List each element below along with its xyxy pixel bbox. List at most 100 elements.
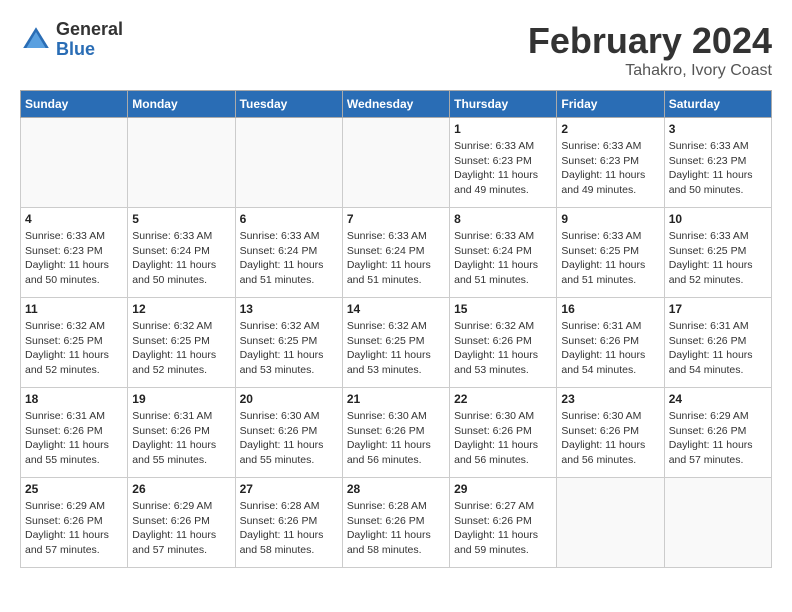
day-number: 29 — [454, 482, 552, 496]
day-number: 16 — [561, 302, 659, 316]
calendar-cell: 13 Sunrise: 6:32 AM Sunset: 6:25 PM Dayli… — [235, 298, 342, 388]
calendar-cell — [235, 118, 342, 208]
weekday-header: Friday — [557, 91, 664, 118]
calendar-cell: 12Sunrise: 6:32 AM Sunset: 6:25 PM Dayli… — [128, 298, 235, 388]
day-info: Sunrise: 6:33 AM Sunset: 6:23 PM Dayligh… — [669, 139, 767, 198]
weekday-header-row: SundayMondayTuesdayWednesdayThursdayFrid… — [21, 91, 772, 118]
day-info: Sunrise: 6:32 AM Sunset: 6:25 PM Dayligh… — [132, 319, 230, 378]
day-info: Sunrise: 6:27 AM Sunset: 6:26 PM Dayligh… — [454, 499, 552, 558]
day-info: Sunrise: 6:32 AM Sunset: 6:26 PM Dayligh… — [454, 319, 552, 378]
day-number: 28 — [347, 482, 445, 496]
logo-icon — [20, 24, 52, 56]
day-number: 20 — [240, 392, 338, 406]
weekday-header: Sunday — [21, 91, 128, 118]
day-info: Sunrise: 6:30 AM Sunset: 6:26 PM Dayligh… — [561, 409, 659, 468]
weekday-header: Saturday — [664, 91, 771, 118]
calendar-cell: 15 Sunrise: 6:32 AM Sunset: 6:26 PM Dayli… — [450, 298, 557, 388]
day-info: Sunrise: 6:30 AM Sunset: 6:26 PM Dayligh… — [347, 409, 445, 468]
calendar-title: February 2024 — [528, 20, 772, 62]
day-info: Sunrise: 6:33 AM Sunset: 6:23 PM Dayligh… — [454, 139, 552, 198]
calendar-cell: 26 Sunrise: 6:29 AM Sunset: 6:26 PM Dayli… — [128, 478, 235, 568]
calendar-week-row: 1Sunrise: 6:33 AM Sunset: 6:23 PM Daylig… — [21, 118, 772, 208]
page-header: General Blue February 2024 Tahakro, Ivor… — [20, 20, 772, 80]
calendar-cell: 18Sunrise: 6:31 AM Sunset: 6:26 PM Dayli… — [21, 388, 128, 478]
day-info: Sunrise: 6:31 AM Sunset: 6:26 PM Dayligh… — [561, 319, 659, 378]
day-number: 5 — [132, 212, 230, 226]
day-info: Sunrise: 6:29 AM Sunset: 6:26 PM Dayligh… — [132, 499, 230, 558]
day-info: Sunrise: 6:31 AM Sunset: 6:26 PM Dayligh… — [669, 319, 767, 378]
day-number: 19 — [132, 392, 230, 406]
calendar-cell: 25Sunrise: 6:29 AM Sunset: 6:26 PM Dayli… — [21, 478, 128, 568]
calendar-cell: 10 Sunrise: 6:33 AM Sunset: 6:25 PM Dayli… — [664, 208, 771, 298]
day-info: Sunrise: 6:32 AM Sunset: 6:25 PM Dayligh… — [347, 319, 445, 378]
calendar-week-row: 4Sunrise: 6:33 AM Sunset: 6:23 PM Daylig… — [21, 208, 772, 298]
day-info: Sunrise: 6:33 AM Sunset: 6:25 PM Dayligh… — [561, 229, 659, 288]
day-info: Sunrise: 6:30 AM Sunset: 6:26 PM Dayligh… — [454, 409, 552, 468]
weekday-header: Wednesday — [342, 91, 449, 118]
day-number: 13 — [240, 302, 338, 316]
calendar-cell — [342, 118, 449, 208]
calendar-cell: 21 Sunrise: 6:30 AM Sunset: 6:26 PM Dayli… — [342, 388, 449, 478]
day-info: Sunrise: 6:29 AM Sunset: 6:26 PM Dayligh… — [669, 409, 767, 468]
calendar-cell: 22 Sunrise: 6:30 AM Sunset: 6:26 PM Dayli… — [450, 388, 557, 478]
day-number: 7 — [347, 212, 445, 226]
day-info: Sunrise: 6:28 AM Sunset: 6:26 PM Dayligh… — [240, 499, 338, 558]
day-number: 24 — [669, 392, 767, 406]
calendar-cell: 23Sunrise: 6:30 AM Sunset: 6:26 PM Dayli… — [557, 388, 664, 478]
day-number: 25 — [25, 482, 123, 496]
calendar-week-row: 11 Sunrise: 6:32 AM Sunset: 6:25 PM Dayli… — [21, 298, 772, 388]
day-info: Sunrise: 6:33 AM Sunset: 6:24 PM Dayligh… — [132, 229, 230, 288]
weekday-header: Thursday — [450, 91, 557, 118]
day-info: Sunrise: 6:33 AM Sunset: 6:24 PM Dayligh… — [454, 229, 552, 288]
calendar-week-row: 25 Sunrise: 6:29 AM Sunset: 6:26 PM Dayli… — [21, 478, 772, 568]
day-info: Sunrise: 6:32 AM Sunset: 6:25 PM Dayligh… — [25, 319, 123, 378]
calendar-cell — [128, 118, 235, 208]
calendar-location: Tahakro, Ivory Coast — [528, 62, 772, 80]
day-info: Sunrise: 6:33 AM Sunset: 6:23 PM Dayligh… — [25, 229, 123, 288]
day-number: 22 — [454, 392, 552, 406]
day-number: 2 — [561, 122, 659, 136]
day-number: 11 — [25, 302, 123, 316]
calendar-cell: 4Sunrise: 6:33 AM Sunset: 6:23 PM Daylig… — [21, 208, 128, 298]
day-info: Sunrise: 6:33 AM Sunset: 6:24 PM Dayligh… — [347, 229, 445, 288]
calendar-cell: 2 Sunrise: 6:33 AM Sunset: 6:23 PM Daylig… — [557, 118, 664, 208]
calendar-cell: 27 Sunrise: 6:28 AM Sunset: 6:26 PM Dayli… — [235, 478, 342, 568]
day-info: Sunrise: 6:31 AM Sunset: 6:26 PM Dayligh… — [132, 409, 230, 468]
calendar-cell: 5 Sunrise: 6:33 AM Sunset: 6:24 PM Daylig… — [128, 208, 235, 298]
calendar-cell: 19 Sunrise: 6:31 AM Sunset: 6:26 PM Dayli… — [128, 388, 235, 478]
calendar-table: SundayMondayTuesdayWednesdayThursdayFrid… — [20, 90, 772, 568]
calendar-cell: 29 Sunrise: 6:27 AM Sunset: 6:26 PM Dayli… — [450, 478, 557, 568]
day-number: 10 — [669, 212, 767, 226]
calendar-cell: 8Sunrise: 6:33 AM Sunset: 6:24 PM Daylig… — [450, 208, 557, 298]
day-number: 3 — [669, 122, 767, 136]
day-number: 15 — [454, 302, 552, 316]
day-number: 21 — [347, 392, 445, 406]
day-info: Sunrise: 6:32 AM Sunset: 6:25 PM Dayligh… — [240, 319, 338, 378]
calendar-cell: 3 Sunrise: 6:33 AM Sunset: 6:23 PM Daylig… — [664, 118, 771, 208]
title-block: February 2024 Tahakro, Ivory Coast — [528, 20, 772, 80]
day-info: Sunrise: 6:33 AM Sunset: 6:25 PM Dayligh… — [669, 229, 767, 288]
day-number: 6 — [240, 212, 338, 226]
calendar-cell: 6 Sunrise: 6:33 AM Sunset: 6:24 PM Daylig… — [235, 208, 342, 298]
day-info: Sunrise: 6:28 AM Sunset: 6:26 PM Dayligh… — [347, 499, 445, 558]
calendar-cell: 28 Sunrise: 6:28 AM Sunset: 6:26 PM Dayli… — [342, 478, 449, 568]
calendar-cell: 17 Sunrise: 6:31 AM Sunset: 6:26 PM Dayli… — [664, 298, 771, 388]
calendar-cell: 7 Sunrise: 6:33 AM Sunset: 6:24 PM Daylig… — [342, 208, 449, 298]
calendar-cell: 11 Sunrise: 6:32 AM Sunset: 6:25 PM Dayli… — [21, 298, 128, 388]
day-number: 14 — [347, 302, 445, 316]
logo: General Blue — [20, 20, 123, 60]
day-number: 18 — [25, 392, 123, 406]
calendar-cell — [21, 118, 128, 208]
day-info: Sunrise: 6:33 AM Sunset: 6:24 PM Dayligh… — [240, 229, 338, 288]
calendar-week-row: 18 Sunrise: 6:31 AM Sunset: 6:26 PM Dayli… — [21, 388, 772, 478]
day-info: Sunrise: 6:33 AM Sunset: 6:23 PM Dayligh… — [561, 139, 659, 198]
day-number: 9 — [561, 212, 659, 226]
day-number: 26 — [132, 482, 230, 496]
calendar-cell: 1Sunrise: 6:33 AM Sunset: 6:23 PM Daylig… — [450, 118, 557, 208]
day-info: Sunrise: 6:30 AM Sunset: 6:26 PM Dayligh… — [240, 409, 338, 468]
day-number: 27 — [240, 482, 338, 496]
calendar-cell: 14 Sunrise: 6:32 AM Sunset: 6:25 PM Dayli… — [342, 298, 449, 388]
logo-general: General — [56, 19, 123, 39]
day-number: 17 — [669, 302, 767, 316]
calendar-cell: 16 Sunrise: 6:31 AM Sunset: 6:26 PM Dayli… — [557, 298, 664, 388]
